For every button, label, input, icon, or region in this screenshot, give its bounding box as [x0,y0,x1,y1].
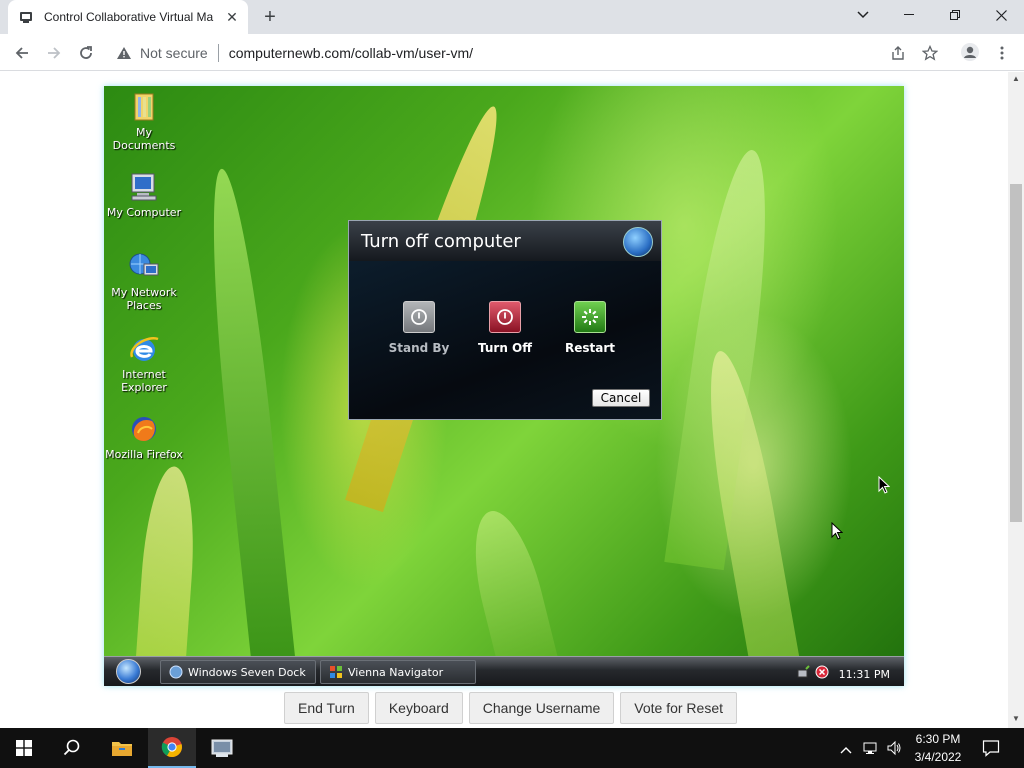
end-turn-button[interactable]: End Turn [284,692,369,724]
keyboard-button[interactable]: Keyboard [374,692,463,724]
minimize-icon[interactable] [886,0,932,30]
vm-start-orb-icon[interactable] [116,659,141,684]
restart-icon [574,301,606,333]
desktop-icon-label: Internet Explorer [121,368,167,394]
restart-label: Restart [564,341,615,355]
new-tab-button[interactable]: + [258,5,282,29]
dialog-body: Stand By Turn Off Restart Cancel [349,261,661,419]
desktop-icon-internet-explorer[interactable]: Internet Explorer [104,332,184,394]
stand-by-button[interactable]: Stand By [384,301,454,355]
os-clock-time[interactable]: 6:30 PM [908,732,968,746]
url-text[interactable]: computernewb.com/collab-vm/user-vm/ [229,45,473,61]
desktop-icon-my-computer[interactable]: My Computer [104,170,184,219]
browser-tab[interactable]: Control Collaborative Virtual Ma ✕ [8,0,248,34]
scroll-thumb[interactable] [1010,184,1022,522]
os-search-icon[interactable] [48,728,96,768]
remote-cursor-icon [878,475,891,499]
vm-taskbar: Windows Seven Dock Vienna Navigator 11:3… [104,656,904,686]
dialog-title: Turn off computer [361,230,521,252]
file-explorer-icon[interactable] [98,728,146,768]
vm-system-tray: 11:31 PM [797,665,890,684]
network-icon [127,250,161,284]
wallpaper-blade [134,464,200,686]
tab-search-icon[interactable] [840,0,886,30]
wallpaper-blade [199,166,298,686]
vm-screen[interactable]: My Documents My Computer My Network Plac… [104,86,904,686]
turn-off-dialog: Turn off computer Stand By Turn Off Rest… [348,220,662,420]
scroll-up-icon[interactable]: ▲ [1011,74,1021,84]
share-icon[interactable] [889,44,907,62]
stand-by-label: Stand By [388,341,450,355]
change-username-button[interactable]: Change Username [468,692,615,724]
os-clock-date[interactable]: 3/4/2022 [908,750,968,764]
security-shield-icon[interactable] [815,665,829,684]
desktop-icon-label: Mozilla Firefox [105,448,183,461]
restore-icon[interactable] [932,0,978,30]
navigator-icon [329,665,343,679]
dock-icon [169,665,183,679]
restart-button[interactable]: Restart [555,301,625,355]
desktop-icon-my-network-places[interactable]: My Network Places [104,250,184,312]
folder-icon [127,90,161,124]
vm-viewer-taskbar-icon[interactable] [198,728,246,768]
reload-icon[interactable] [73,40,99,66]
forward-arrow-icon[interactable] [41,40,67,66]
firefox-icon [127,412,161,446]
notification-center-icon[interactable] [982,739,1000,762]
windows-logo-icon [623,227,653,257]
back-arrow-icon[interactable] [9,40,35,66]
profile-avatar-icon[interactable] [960,42,980,62]
vm-task-windows-seven-dock[interactable]: Windows Seven Dock [160,660,316,684]
dialog-header: Turn off computer [349,221,661,261]
turn-off-label: Turn Off [478,341,532,355]
page-scrollbar[interactable]: ▲ ▼ [1008,72,1024,728]
desktop-icon-label: My Computer [106,206,182,219]
scroll-down-icon[interactable]: ▼ [1011,714,1021,724]
desktop-icon-label: My Network Places [111,286,177,312]
close-window-icon[interactable] [978,0,1024,30]
cancel-button[interactable]: Cancel [592,389,650,407]
vm-task-vienna-navigator[interactable]: Vienna Navigator [320,660,476,684]
security-status[interactable]: Not secure [140,45,208,61]
network-status-icon[interactable] [863,740,879,761]
browser-tab-strip: Control Collaborative Virtual Ma ✕ + [0,0,1024,34]
vm-task-label: Vienna Navigator [348,665,444,679]
tab-close-icon[interactable]: ✕ [224,9,240,25]
network-tray-icon[interactable] [797,665,811,684]
vm-task-label: Windows Seven Dock [188,665,306,679]
bookmark-star-icon[interactable] [921,44,939,62]
os-taskbar: 6:30 PM 3/4/2022 [0,728,1024,768]
vm-clock: 11:31 PM [838,668,890,681]
chrome-taskbar-icon[interactable] [148,728,196,768]
tab-title: Control Collaborative Virtual Ma [44,10,214,24]
vm-control-bar: End Turn Keyboard Change Username Vote f… [284,692,737,724]
turn-off-button[interactable]: Turn Off [470,301,540,355]
address-bar[interactable]: Not secure computernewb.com/collab-vm/us… [108,38,918,68]
warning-icon[interactable] [116,45,132,61]
mouse-cursor-icon [831,521,844,545]
desktop-icon-my-documents[interactable]: My Documents [104,90,184,152]
volume-icon[interactable] [886,740,902,761]
windows-start-icon[interactable] [0,728,48,768]
browser-toolbar: Not secure computernewb.com/collab-vm/us… [0,34,1024,71]
desktop-icon-mozilla-firefox[interactable]: Mozilla Firefox [104,412,184,461]
computer-icon [127,170,161,204]
browser-menu-icon[interactable] [993,44,1011,62]
turn-off-power-icon [489,301,521,333]
vote-for-reset-button[interactable]: Vote for Reset [620,692,737,724]
internet-explorer-icon [127,332,161,366]
omnibox-divider [217,44,219,62]
site-favicon-icon [18,9,34,25]
desktop-icon-label: My Documents [112,126,176,152]
show-hidden-icons-chevron-icon[interactable] [840,741,852,759]
stand-by-power-icon [403,301,435,333]
